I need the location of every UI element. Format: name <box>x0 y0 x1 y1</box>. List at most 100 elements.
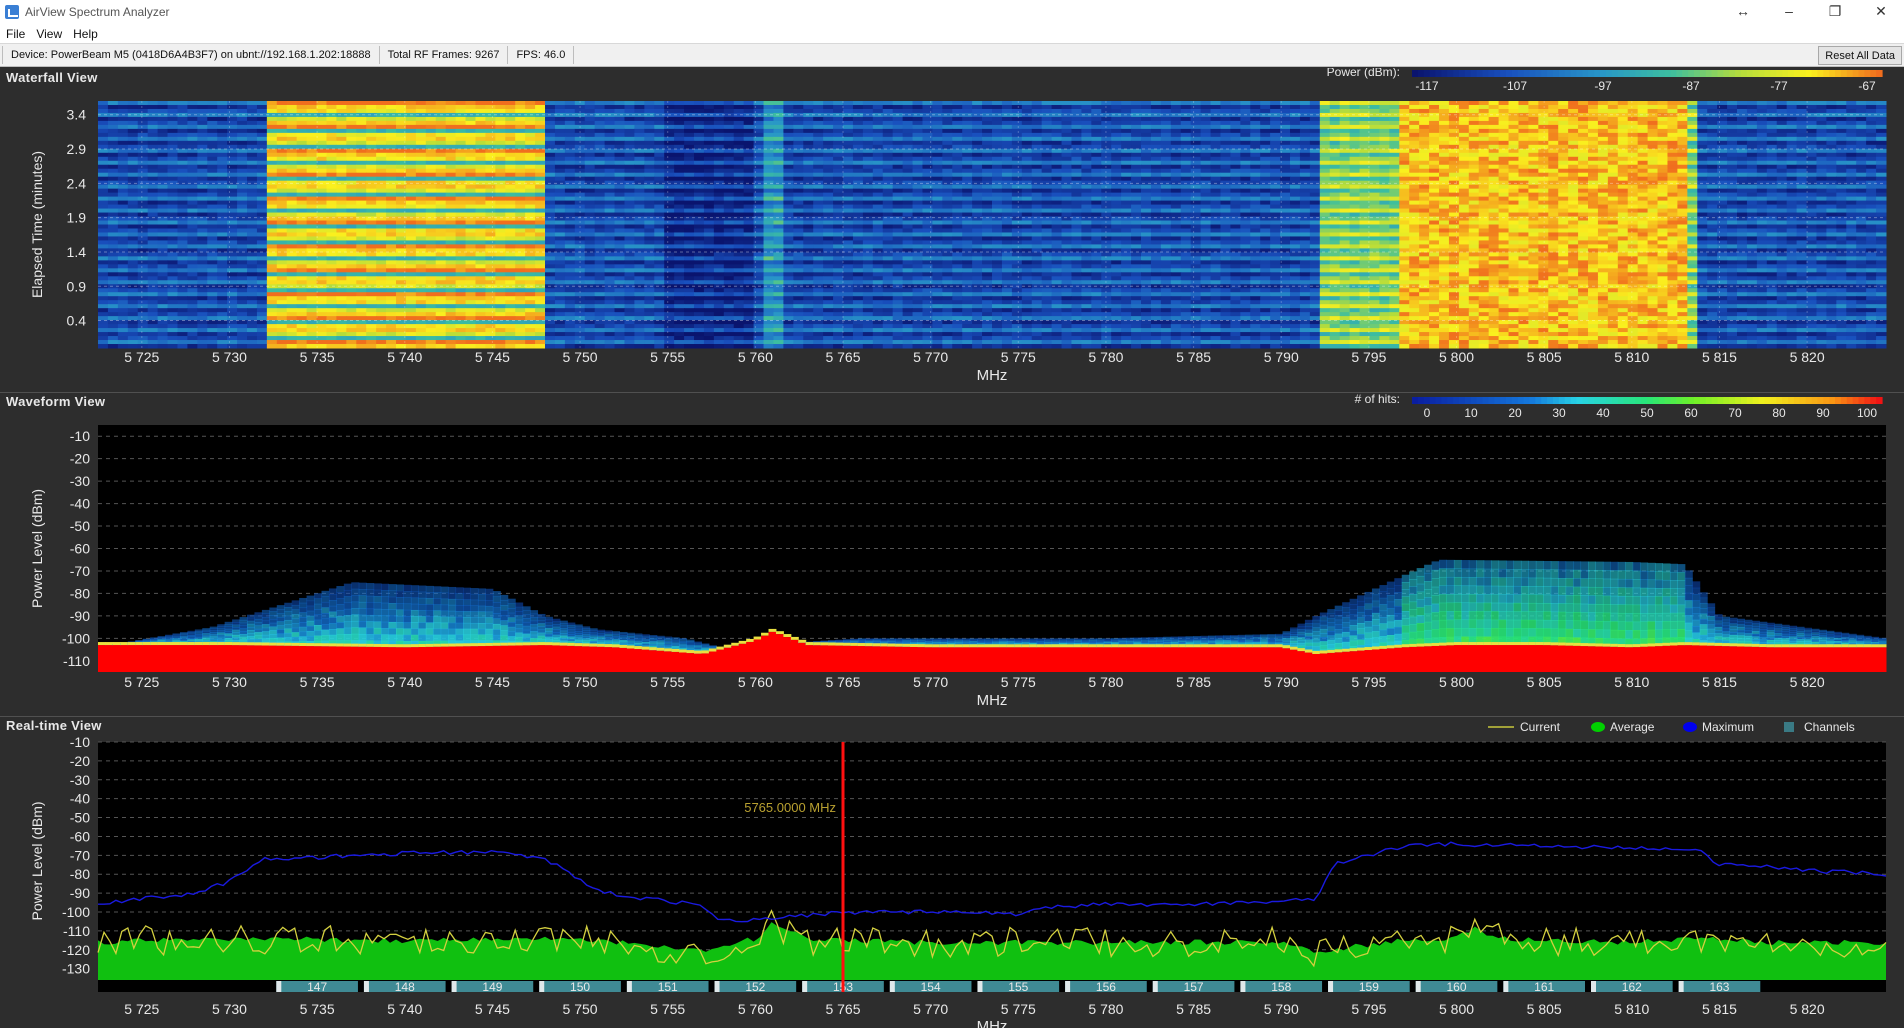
waterfall-cell <box>1409 104 1420 110</box>
waterfall-cell <box>713 116 725 122</box>
waterfall-cell <box>1230 208 1241 214</box>
waterfall-cell <box>1597 128 1609 134</box>
reset-all-data-button[interactable]: Reset All Data <box>1818 46 1902 65</box>
waterfall-cell <box>455 160 467 166</box>
waterfall-cell <box>554 160 566 166</box>
waterfall-cell <box>1031 136 1043 142</box>
menu-help[interactable]: Help <box>73 27 98 41</box>
waterfall-cell <box>1468 168 1480 174</box>
waterfall-cell <box>366 116 377 122</box>
waterfall-cell <box>892 192 904 198</box>
waterfall-cell <box>962 108 973 114</box>
waterfall-cell <box>1439 132 1450 138</box>
waterfall-cell <box>1766 200 1778 206</box>
menu-file[interactable]: File <box>6 27 25 41</box>
waterfall-cell <box>1399 196 1410 202</box>
waterfall-cell <box>296 176 308 182</box>
waterfall-cell <box>1856 204 1867 210</box>
resize-icon[interactable]: ↔ <box>1720 0 1766 24</box>
waterfall-cell <box>1588 160 1599 166</box>
waterfall-cell <box>1250 136 1261 142</box>
waterfall-cell <box>723 200 735 206</box>
waterfall-cell <box>98 200 109 206</box>
waterfall-cell <box>107 188 119 194</box>
waterfall-cell <box>1717 140 1728 146</box>
waterfall-cell <box>1111 196 1122 202</box>
waterfall-cell <box>376 192 387 198</box>
waterfall-cell <box>852 132 864 138</box>
waterfall-cell <box>1051 124 1063 130</box>
waterfall-cell <box>1290 184 1301 190</box>
waterfall-cell <box>972 208 983 214</box>
waterfall-cell <box>564 140 576 146</box>
waterfall-cell <box>137 108 149 114</box>
waterfall-cell <box>237 160 248 166</box>
waterfall-cell <box>376 200 387 206</box>
waterfall-chart[interactable]: 3.42.92.41.91.40.90.4Elapsed Time (minut… <box>0 68 1904 392</box>
waterfall-cell <box>386 160 397 166</box>
waterfall-cell <box>306 124 318 130</box>
waterfall-cell <box>634 101 645 106</box>
close-button[interactable]: ✕ <box>1858 0 1904 24</box>
waterfall-cell <box>296 156 308 162</box>
waterfall-cell <box>1667 192 1678 198</box>
waterfall-cell <box>1448 200 1460 206</box>
waterfall-cell <box>1528 172 1539 178</box>
waterfall-cell <box>1448 116 1460 122</box>
waterfall-cell <box>674 176 685 182</box>
waterfall-cell <box>634 156 645 162</box>
waterfall-cell <box>1031 204 1043 210</box>
waterfall-cell <box>1369 184 1380 190</box>
waterfall-cell <box>733 200 745 206</box>
waterfall-cell <box>1478 108 1490 114</box>
waterfall-cell <box>703 108 715 114</box>
waterfall-cell <box>694 108 705 114</box>
waterfall-cell <box>644 192 655 198</box>
waterfall-cell <box>1200 104 1212 110</box>
waterfall-cell <box>1190 172 1202 178</box>
waterfall-cell <box>1220 104 1231 110</box>
waterfall-cell <box>1329 156 1341 162</box>
waterfall-cell <box>1707 184 1718 190</box>
waterfall-cell <box>256 124 268 130</box>
waterfall-cell <box>1270 120 1281 126</box>
waterfall-cell <box>445 132 457 138</box>
waterfall-cell <box>1250 192 1261 198</box>
waterfall-cell <box>1637 200 1649 206</box>
waterfall-cell <box>1697 136 1708 142</box>
waterfall-cell <box>674 164 685 170</box>
waterfall-cell <box>1806 172 1817 178</box>
waterfall-cell <box>316 208 327 214</box>
waterfall-cell <box>1031 152 1043 158</box>
waterfall-cell <box>733 124 745 130</box>
waterfall-cell <box>1667 120 1678 126</box>
waterfall-cell <box>1240 196 1251 202</box>
waterfall-cell <box>1339 101 1351 106</box>
waterfall-cell <box>1568 164 1579 170</box>
waterfall-cell <box>1766 116 1778 122</box>
menu-view[interactable]: View <box>36 27 62 41</box>
waterfall-cell <box>286 172 298 178</box>
waterfall-cell <box>1091 192 1102 198</box>
waterfall-cell <box>157 101 169 106</box>
waterfall-cell <box>1290 196 1301 202</box>
minimize-button[interactable]: – <box>1766 0 1812 24</box>
waterfall-cell <box>1667 156 1678 162</box>
waterfall-cell <box>1399 108 1410 114</box>
maximize-button[interactable]: ❐ <box>1812 0 1858 24</box>
waterfall-cell <box>1160 120 1172 126</box>
waterfall-cell <box>1319 136 1331 142</box>
waterfall-cell <box>1746 196 1758 202</box>
waterfall-cell <box>405 188 417 194</box>
waterfall-cell <box>1210 196 1221 202</box>
waterfall-cell <box>1290 188 1301 194</box>
waterfall-cell <box>127 108 139 114</box>
waterfall-cell <box>1488 192 1500 198</box>
waterfall-cell <box>1727 184 1738 190</box>
waterfall-cell <box>1866 160 1877 166</box>
waterfall-cell <box>852 192 864 198</box>
waterfall-cell <box>1389 104 1400 110</box>
waterfall-cell <box>207 136 218 142</box>
waterfall-cell <box>1697 200 1708 206</box>
waterfall-cell <box>1866 152 1877 158</box>
